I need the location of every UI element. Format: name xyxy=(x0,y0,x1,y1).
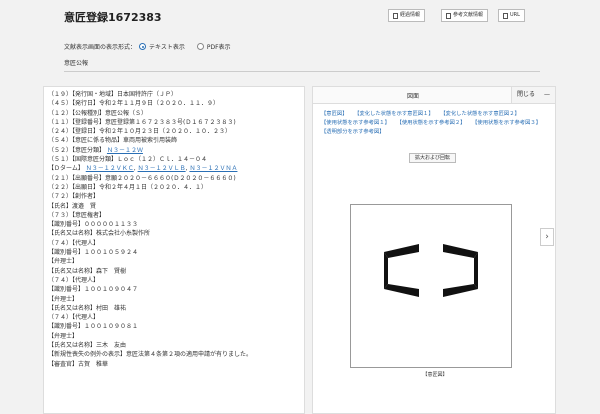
biblio-line: 【新規性喪失の例外の表示】意匠法第４条第２項の適用申請が有りました。 xyxy=(48,351,253,359)
biblio-line: 【氏名又は名称】三木 友由 xyxy=(48,342,127,350)
close-panel-button[interactable]: 閉じる — xyxy=(511,87,555,103)
reference-info-label: 参考文献情報 xyxy=(453,12,484,18)
url-label: URL xyxy=(510,12,520,18)
link-icon xyxy=(503,12,508,19)
gazette-label: 意匠公報 xyxy=(64,60,89,67)
figure-link-changed-2[interactable]: 【変化した状態を示す意匠図２】 xyxy=(440,111,519,117)
figure-link-usage-3[interactable]: 【使用状態を示す参考図３】 xyxy=(472,120,541,126)
figure-panel-title: 図面 xyxy=(406,93,419,100)
biblio-line: 【弁理士】 xyxy=(48,258,79,266)
dterm-line: 【Ｄターム】 Ｎ３－１２ＶＫＣ, Ｎ３－１２ＶＬＢ, Ｎ３－１２ＶＮＡ xyxy=(48,165,238,173)
biblio-line: （７４）【代理人】 xyxy=(48,239,100,247)
pdf-display-radio[interactable] xyxy=(196,43,204,50)
progress-info-button[interactable]: 経過情報 xyxy=(388,9,426,22)
biblio-line: （１９）【発行国・地域】日本国特許庁（ＪＰ） xyxy=(48,91,178,98)
biblio-line: 【識別番号】１００１０５９２４ xyxy=(48,249,139,257)
biblio-line: 【識別番号】０００００１１３３ xyxy=(48,221,139,229)
figure-link-changed-1[interactable]: 【変化した状態を示す意匠図１】 xyxy=(354,111,433,117)
document-icon xyxy=(393,12,398,19)
biblio-line: （２１）【出願番号】意願２０２０－６６６０(Ｄ２０２０－６６６０) xyxy=(48,174,236,182)
progress-info-label: 経過情報 xyxy=(400,12,421,18)
divider xyxy=(64,71,540,72)
dterm-link[interactable]: Ｎ３－１２ＶＮＡ xyxy=(189,165,237,172)
text-display-label[interactable]: テキスト表示 xyxy=(149,42,185,51)
biblio-line: （５４）【意匠に係る物品】車両用被索引用装飾 xyxy=(48,137,178,145)
bibliographic-panel: （１９）【発行国・地域】日本国特許庁（ＪＰ） （４５）【発行日】令和２年１１月９… xyxy=(43,86,305,414)
biblio-line: 【弁理士】 xyxy=(48,332,79,340)
biblio-line: 【識別番号】１００１０９０４７ xyxy=(48,286,139,294)
biblio-line: 【識別番号】１００１０９０８１ xyxy=(48,323,139,331)
reference-info-button[interactable]: 参考文献情報 xyxy=(441,9,489,22)
display-format-label: 文献表示画面の表示形式： xyxy=(64,44,137,51)
figure-panel: 図面 閉じる — 【意匠図】 【変化した状態を示す意匠図１】 【変化した状態を示… xyxy=(312,86,556,414)
document-icon xyxy=(446,12,451,19)
biblio-line: （１１）【登録番号】意匠登録第１６７２３８３号(Ｄ１６７２３８３) xyxy=(48,118,236,126)
biblio-line: （５１）【国際意匠分類】Ｌｏｃ（１２）Ｃｌ．１４－０４ xyxy=(48,156,208,164)
design-class-link[interactable]: Ｎ３－１２Ｗ xyxy=(107,147,143,154)
figure-link-design[interactable]: 【意匠図】 xyxy=(321,111,348,117)
next-figure-button[interactable]: › xyxy=(540,228,554,246)
design-figure xyxy=(350,204,512,368)
collapse-icon: — xyxy=(543,91,550,98)
biblio-line: （７３）【意匠権者】 xyxy=(48,211,106,219)
figure-link-transparent[interactable]: 【透明部分を示す参考図】 xyxy=(321,129,385,135)
figure-caption: 【意匠図】 xyxy=(422,372,448,378)
biblio-line: 【氏名】渡邉 賢 xyxy=(48,202,97,210)
pdf-display-label[interactable]: PDF表示 xyxy=(207,42,231,51)
biblio-line: 【氏名又は名称】株式会社小糸製作所 xyxy=(48,230,151,238)
text-display-radio[interactable] xyxy=(139,43,147,50)
biblio-line: 【Ｄターム】 xyxy=(48,165,84,173)
biblio-line: 【弁理士】 xyxy=(48,295,79,303)
biblio-line: （２４）【登録日】令和２年１０月２３日（２０２０．１０．２３） xyxy=(48,128,232,136)
figure-link-usage-1[interactable]: 【使用状態を示す参考図１】 xyxy=(321,120,390,126)
figure-panel-header: 図面 閉じる — xyxy=(313,87,555,104)
biblio-line: （５２）【意匠分類】 xyxy=(48,146,106,154)
design-class-line: （５２）【意匠分類】 Ｎ３－１２Ｗ xyxy=(48,146,304,155)
biblio-line: 【氏名又は名称】村田 雄祐 xyxy=(48,304,127,312)
biblio-line: （１２）【公報種別】意匠公報（Ｓ） xyxy=(48,109,148,117)
biblio-line: （７２）【創作者】 xyxy=(48,193,100,201)
page-title: 意匠登録1672383 xyxy=(64,11,162,24)
close-label: 閉じる xyxy=(517,91,536,98)
biblio-line: 【氏名又は名称】森下 賢樹 xyxy=(48,267,127,275)
url-button[interactable]: URL xyxy=(498,9,525,22)
biblio-line: （４５）【発行日】令和２年１１月９日（２０２０．１１．９） xyxy=(48,100,220,108)
design-drawing xyxy=(384,244,478,297)
biblio-line: （７４）【代理人】 xyxy=(48,314,100,322)
figure-links: 【意匠図】 【変化した状態を示す意匠図１】 【変化した状態を示す意匠図２】 【使… xyxy=(313,104,555,137)
biblio-line: （７４）【代理人】 xyxy=(48,276,100,284)
biblio-line: 【審査官】古賀 稚華 xyxy=(48,360,109,368)
zoom-rotate-button[interactable]: 拡大および回転 xyxy=(409,153,457,163)
display-format-row: 文献表示画面の表示形式： テキスト表示 PDF表示 xyxy=(64,42,231,51)
chevron-right-icon: › xyxy=(545,232,549,242)
dterm-link[interactable]: Ｎ３－１２ＶＫＣ xyxy=(86,165,134,172)
biblio-line: （２２）【出願日】令和２年４月１日（２０２０．４．１） xyxy=(48,183,208,191)
figure-link-usage-2[interactable]: 【使用状態を示す参考図２】 xyxy=(397,120,466,126)
dterm-link[interactable]: Ｎ３－１２ＶＬＢ xyxy=(138,165,186,172)
